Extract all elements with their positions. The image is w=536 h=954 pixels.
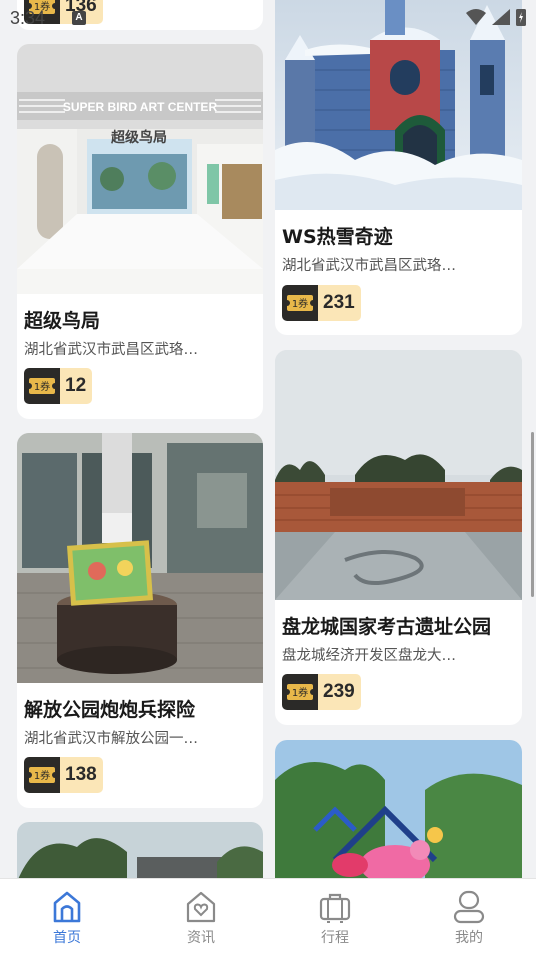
- ticket-icon: 1券: [24, 757, 60, 793]
- nav-label: 资讯: [187, 930, 215, 946]
- bottom-nav: 首页 资讯 行程 我的: [0, 878, 536, 954]
- ticket-count: 231: [318, 285, 361, 321]
- ticket-badge: 1券 239: [282, 674, 361, 710]
- svg-text:1券: 1券: [292, 297, 308, 310]
- scrollbar[interactable]: [531, 432, 534, 597]
- attraction-card[interactable]: 解放公园炮炮兵探险 湖北省武汉市解放公园一… 1券 138: [17, 433, 263, 808]
- attraction-title: 盘龙城国家考古遗址公园: [282, 616, 492, 638]
- logo-text: 超级鸟局: [110, 129, 167, 146]
- ticket-count: 138: [60, 757, 103, 793]
- nav-item-profile[interactable]: 我的: [402, 879, 536, 954]
- ticket-icon: 1券: [282, 674, 318, 710]
- nav-item-news[interactable]: 资讯: [134, 879, 268, 954]
- attraction-title: 超级鸟局: [24, 310, 101, 332]
- nav-label: 行程: [321, 930, 349, 946]
- ticket-count: 239: [318, 674, 361, 710]
- news-icon: [186, 891, 216, 923]
- svg-text:1券: 1券: [34, 769, 50, 782]
- ticket-count: 12: [60, 368, 93, 404]
- home-screen: 3:34 A 1券 136 WS热雪奇迹 湖北省武汉市武昌区武珞… 1券 231…: [0, 0, 536, 954]
- ticket-icon: 1券: [24, 368, 60, 404]
- archaeology-park-image: [275, 350, 522, 600]
- bird-center-image: SUPER BIRD ART CENTER 超级鸟局: [17, 44, 263, 294]
- itinerary-icon: [319, 893, 351, 923]
- attraction-title: WS热雪奇迹: [282, 226, 393, 248]
- nav-label: 我的: [455, 930, 483, 946]
- ticket-count: 136: [60, 0, 103, 24]
- attraction-address: 湖北省武汉市武昌区武珞…: [282, 258, 456, 274]
- snow-castle-image: [275, 0, 522, 210]
- nav-label: 首页: [53, 930, 81, 946]
- attraction-card[interactable]: 1券 136: [17, 0, 263, 30]
- ticket-badge: 1券 138: [24, 757, 103, 793]
- profile-icon: [453, 890, 485, 924]
- attraction-address: 湖北省武汉市解放公园一…: [24, 731, 198, 747]
- svg-text:1券: 1券: [34, 0, 50, 13]
- attraction-title: 解放公园炮炮兵探险: [24, 699, 196, 721]
- attraction-address: 盘龙城经济开发区盘龙大…: [282, 648, 456, 664]
- svg-text:1券: 1券: [292, 686, 308, 699]
- sign-text: SUPER BIRD ART CENTER: [63, 100, 218, 114]
- attraction-card[interactable]: SUPER BIRD ART CENTER 超级鸟局 超级鸟局 湖北省武汉市武昌…: [17, 44, 263, 419]
- ticket-icon: 1券: [282, 285, 318, 321]
- home-icon: [53, 891, 81, 923]
- svg-text:1券: 1券: [34, 380, 50, 393]
- ticket-badge: 1券 12: [24, 368, 93, 404]
- attraction-address: 湖北省武汉市武昌区武珞…: [24, 342, 198, 358]
- ticket-badge: 1券 136: [24, 0, 103, 24]
- nav-item-itinerary[interactable]: 行程: [268, 879, 402, 954]
- nav-item-home[interactable]: 首页: [0, 879, 134, 954]
- ticket-icon: 1券: [24, 0, 60, 24]
- attraction-card[interactable]: 盘龙城国家考古遗址公园 盘龙城经济开发区盘龙大… 1券 239: [275, 350, 522, 725]
- attraction-card[interactable]: WS热雪奇迹 湖北省武汉市武昌区武珞… 1券 231: [275, 0, 522, 335]
- park-adventure-image: [17, 433, 263, 683]
- ticket-badge: 1券 231: [282, 285, 361, 321]
